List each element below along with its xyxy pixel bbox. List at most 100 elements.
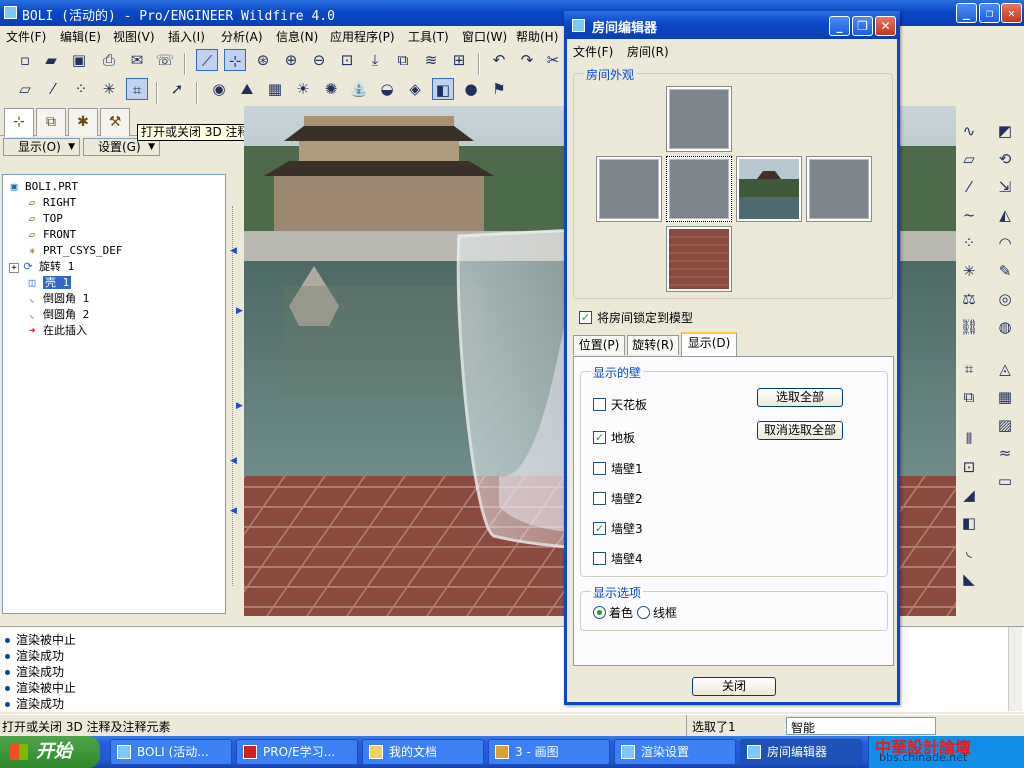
datum-point-display-icon[interactable]: ⁘ <box>70 78 92 100</box>
send-icon[interactable]: ☏ <box>154 49 176 71</box>
refit-icon[interactable]: ⊡ <box>336 49 358 71</box>
appearance-icon[interactable]: ◉ <box>208 78 230 100</box>
chamfer-icon[interactable]: ◟ <box>958 540 980 562</box>
navigator-splitter[interactable]: ◀ ▶ ▶ ◀ ◀ <box>230 176 244 616</box>
open-folder-icon[interactable]: ▰ <box>40 49 62 71</box>
dialog-maximize-button[interactable]: ❐ <box>852 16 873 36</box>
task-proe-study[interactable]: PRO/E学习... <box>236 739 358 765</box>
datum-axis-tool-icon[interactable]: ⁄ <box>958 176 980 198</box>
wall1-face[interactable] <box>596 156 662 222</box>
tab-display[interactable]: 显示(D) <box>681 332 737 356</box>
boundary-blend-icon[interactable]: ◭ <box>994 204 1016 226</box>
tab-folder-browser[interactable]: ⧉ <box>36 108 66 136</box>
extrude-icon[interactable]: ◩ <box>994 120 1016 142</box>
render-region-icon[interactable]: ◒ <box>376 78 398 100</box>
show-dropdown[interactable]: 显示(O) ▼ <box>3 138 80 156</box>
expand-plus-icon[interactable]: + <box>9 263 19 273</box>
tab-position[interactable]: 位置(P) <box>573 335 625 355</box>
repaint-icon[interactable]: ⟋ <box>196 49 218 71</box>
email-icon[interactable]: ✉ <box>126 49 148 71</box>
datum-curve-tool-icon[interactable]: ~ <box>958 204 980 226</box>
zoom-out-icon[interactable]: ⊖ <box>308 49 330 71</box>
datum-plane-tool-icon[interactable]: ▱ <box>958 148 980 170</box>
task-room-editor[interactable]: 房间编辑器 <box>740 739 862 765</box>
dialog-close-button[interactable]: ✕ <box>875 16 896 36</box>
tree-node[interactable]: + ⟳ 旋转 1 <box>9 259 74 275</box>
shell-tool-icon[interactable]: ◍ <box>994 316 1016 338</box>
style-icon[interactable]: ✎ <box>994 260 1016 282</box>
start-button[interactable]: 开始 <box>0 736 100 768</box>
wall4-face[interactable] <box>806 156 872 222</box>
task-my-documents[interactable]: 我的文档 <box>362 739 484 765</box>
splitter-arrow-icon[interactable]: ▶ <box>236 306 243 316</box>
tree-node[interactable]: ➜ 在此插入 <box>25 323 87 339</box>
filter-dropdown[interactable]: 智能 <box>786 717 936 735</box>
wall2-face[interactable] <box>666 156 732 222</box>
tree-node[interactable]: ✳ PRT_CSYS_DEF <box>25 243 123 259</box>
menu-file[interactable]: 文件(F) <box>6 28 46 45</box>
tab-rotation[interactable]: 旋转(R) <box>627 335 679 355</box>
render-window-icon[interactable]: ● <box>460 78 482 100</box>
splitter-arrow-icon[interactable]: ▶ <box>236 401 243 411</box>
datum-axis-display-icon[interactable]: ⁄ <box>42 78 64 100</box>
saved-views-icon[interactable]: ⧉ <box>392 49 414 71</box>
menu-window[interactable]: 窗口(W) <box>462 28 507 45</box>
menu-analysis[interactable]: 分析(A) <box>221 28 263 45</box>
menu-edit[interactable]: 编辑(E) <box>60 28 101 45</box>
tab-connections[interactable]: ⚒ <box>100 108 130 136</box>
layers-icon[interactable]: ≋ <box>420 49 442 71</box>
rib-icon[interactable]: ◬ <box>994 358 1016 380</box>
menu-applications[interactable]: 应用程序(P) <box>330 28 395 45</box>
wireframe-radio[interactable] <box>637 606 650 619</box>
tree-node[interactable]: ▱ RIGHT <box>25 195 76 211</box>
close-dialog-button[interactable]: 关闭 <box>692 677 776 696</box>
chain-icon[interactable]: ⛓ <box>958 316 980 338</box>
splitter-arrow-icon[interactable]: ◀ <box>230 456 237 466</box>
splitter-arrow-icon[interactable]: ◀ <box>230 506 237 516</box>
task-render-settings[interactable]: 渲染设置 <box>614 739 736 765</box>
tree-node[interactable]: ◟ 倒圆角 2 <box>25 307 90 323</box>
hole-icon[interactable]: ◎ <box>994 288 1016 310</box>
dialog-menu-room[interactable]: 房间(R) <box>627 43 669 60</box>
csys-display-icon[interactable]: ✳ <box>98 78 120 100</box>
floor-face[interactable] <box>666 226 732 292</box>
offset-icon[interactable]: ◧ <box>958 512 980 534</box>
datum-point-tool-icon[interactable]: ⁘ <box>958 232 980 254</box>
perspective-icon[interactable]: ◈ <box>404 78 426 100</box>
room-editor-icon[interactable]: ▦ <box>264 78 286 100</box>
close-button[interactable]: ✕ <box>1001 3 1022 23</box>
sweep-icon[interactable]: ⇲ <box>994 176 1016 198</box>
datum-plane-display-icon[interactable]: ▱ <box>14 78 36 100</box>
render-settings-icon[interactable]: ✺ <box>320 78 342 100</box>
menu-view[interactable]: 视图(V) <box>113 28 155 45</box>
lights-icon[interactable]: ☀ <box>292 78 314 100</box>
floor-checkbox[interactable]: ✓ <box>593 431 606 444</box>
save-icon[interactable]: ▣ <box>68 49 90 71</box>
round-tool-icon[interactable]: ◢ <box>958 484 980 506</box>
tree-node-selected[interactable]: ◫ 壳 1 <box>25 275 72 291</box>
extend-icon[interactable]: ▭ <box>994 470 1016 492</box>
draft-icon[interactable]: ▦ <box>994 386 1016 408</box>
csys-tool-icon[interactable]: ✳ <box>958 260 980 282</box>
tab-model-tree[interactable]: ⊹ <box>4 108 34 137</box>
scene-icon[interactable]: ⛰ <box>236 78 258 100</box>
view-manager-icon[interactable]: ⊞ <box>448 49 470 71</box>
cut-icon[interactable]: ✂ <box>542 49 564 71</box>
menu-help[interactable]: 帮助(H) <box>516 28 558 45</box>
wall3-checkbox[interactable]: ✓ <box>593 522 606 535</box>
menu-info[interactable]: 信息(N) <box>276 28 318 45</box>
wall1-checkbox[interactable] <box>593 462 606 475</box>
context-help-icon[interactable]: ➚ <box>166 78 188 100</box>
tree-node[interactable]: ▱ FRONT <box>25 227 76 243</box>
trim-icon[interactable]: ⊡ <box>958 456 980 478</box>
sketch-datum-curve-icon[interactable]: ∿ <box>958 120 980 142</box>
message-scrollbar[interactable] <box>1008 627 1022 711</box>
deselect-all-button[interactable]: 取消选取全部 <box>757 421 843 440</box>
spin-center-icon[interactable]: ⊹ <box>224 49 246 71</box>
maximize-button[interactable]: ❐ <box>979 3 1000 23</box>
new-file-icon[interactable]: ▫ <box>14 49 36 71</box>
tab-favorites[interactable]: ✱ <box>68 108 98 136</box>
undo-icon[interactable]: ↶ <box>488 49 510 71</box>
wall2-checkbox[interactable] <box>593 492 606 505</box>
lock-room-checkbox[interactable]: ✓ <box>579 311 592 324</box>
